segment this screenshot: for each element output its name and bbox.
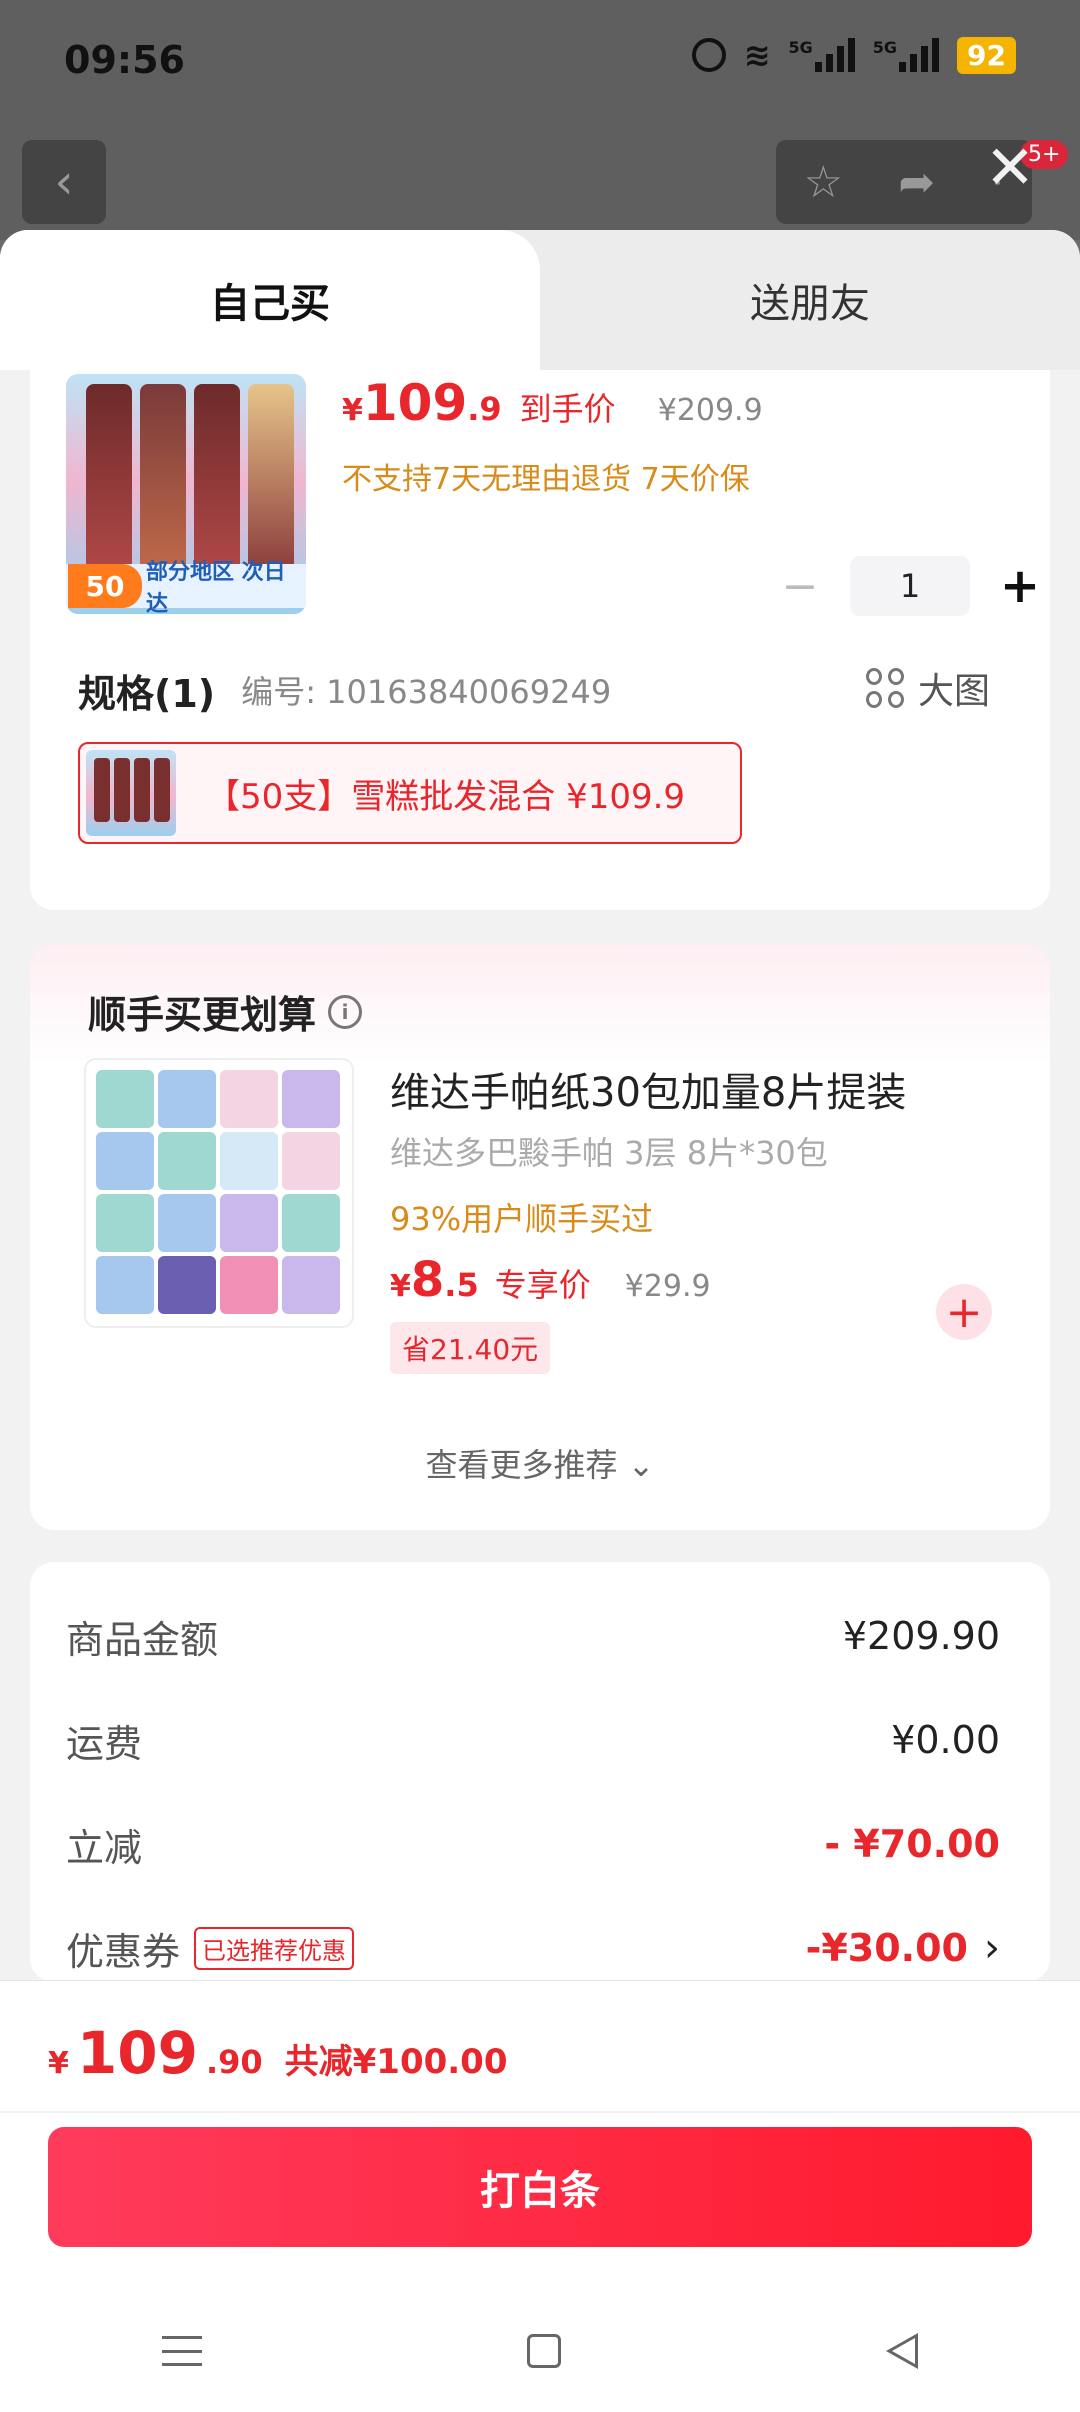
signal-2-icon: 5G [873, 38, 940, 72]
recent-apps-icon[interactable] [162, 2336, 203, 2366]
spec-header: 规格(1) 编号: 10163840069249 大图 [78, 660, 1038, 720]
price-label: 到手价 [519, 390, 616, 428]
alarm-icon [691, 38, 726, 72]
chevron-right-icon: › [984, 1925, 1000, 1971]
back-button[interactable]: ‹ [22, 140, 106, 224]
recommended-item-price: ¥8.5 专享价 ¥29.9 [390, 1252, 711, 1308]
spec-title: 规格(1) [78, 671, 216, 716]
return-policy: 不支持7天无理由退货 7天价保 [342, 462, 750, 497]
home-icon[interactable] [526, 2334, 561, 2368]
share-icon: ➦ [898, 156, 936, 208]
exclusive-price-label: 专享价 [494, 1266, 591, 1304]
increase-button[interactable]: + [990, 556, 1050, 616]
status-time: 09:56 [64, 38, 185, 82]
tab-buy-for-self[interactable]: 自己买 [0, 230, 540, 370]
tab-bar: 自己买 送朋友 [0, 230, 1080, 370]
spec-option-label: 【50支】雪糕批发混合 ¥109.9 [206, 776, 686, 817]
total-savings: 共减¥100.00 [284, 2042, 508, 2082]
back-triangle-icon[interactable] [885, 2333, 918, 2369]
system-navigation-bar [0, 2290, 1080, 2412]
decrease-button[interactable]: − [770, 556, 830, 616]
spec-option-thumbnail [86, 750, 176, 836]
recommendation-card: 顺手买更划算 i 维达手帕纸30包加量8片提装 维达多巴黢手帕 3层 8片*30… [30, 944, 1050, 1530]
product-card: 部分地区 次日达 50 ¥109.9 到手价 ¥209.9 不支持7天无理由退货… [30, 370, 1050, 910]
recommendation-title: 顺手买更划算 i [88, 984, 363, 1039]
recommended-item-popularity: 93%用户顺手买过 [390, 1200, 654, 1238]
status-icons: ≋ 5G 5G 92 [691, 36, 1016, 74]
star-icon: ☆ [803, 156, 844, 208]
quantity-value[interactable]: 1 [850, 556, 970, 616]
spec-option-selected[interactable]: 【50支】雪糕批发混合 ¥109.9 [78, 742, 742, 844]
price-decimal: .9 [467, 390, 502, 428]
recommended-item-subtitle: 维达多巴黢手帕 3层 8片*30包 [390, 1134, 828, 1172]
product-image-badge: 50 [68, 564, 142, 608]
summary-row-discount: 立减 - ¥70.00 [66, 1822, 1000, 1870]
coupon-tag: 已选推荐优惠 [194, 1926, 355, 1970]
recommended-item-original-price: ¥29.9 [624, 1269, 711, 1304]
signal-1-icon: 5G [789, 38, 855, 72]
add-recommended-item-button[interactable]: + [936, 1284, 992, 1340]
info-icon[interactable]: i [328, 994, 363, 1029]
close-button[interactable]: ✕ [980, 138, 1040, 198]
wifi-icon: ≋ [743, 36, 771, 74]
summary-row-subtotal: 商品金额 ¥209.90 [66, 1614, 1000, 1662]
big-picture-label: 大图 [917, 671, 990, 712]
savings-badge: 省21.40元 [390, 1322, 551, 1374]
product-code: 编号: 10163840069249 [241, 673, 612, 711]
purchase-sheet: 自己买 送朋友 部分地区 次日达 50 ¥109.9 到手价 ¥209.9 不支… [0, 230, 1080, 2412]
order-summary-card: 商品金额 ¥209.90 运费 ¥0.00 立减 - ¥70.00 优惠券 已选… [30, 1562, 1050, 1982]
battery-indicator: 92 [957, 36, 1016, 74]
close-icon: ✕ [984, 133, 1036, 203]
big-picture-button[interactable]: 大图 [865, 662, 990, 714]
pay-with-baitiao-button[interactable]: 打白条 [48, 2127, 1032, 2247]
original-price: ¥209.9 [657, 393, 763, 428]
summary-row-shipping: 运费 ¥0.00 [66, 1718, 1000, 1766]
recommended-item-image[interactable] [84, 1058, 354, 1328]
quantity-stepper: − 1 + [770, 556, 1050, 616]
total-price: ¥109.90 共减¥100.00 [48, 2019, 508, 2087]
price-currency: ¥ [342, 393, 363, 428]
more-recommendations-link[interactable]: 查看更多推荐 ⌄ [30, 1440, 1050, 1486]
chevron-left-icon: ‹ [54, 154, 74, 210]
product-price: ¥109.9 到手价 ¥209.9 [342, 374, 763, 432]
price-integer: 109 [362, 374, 468, 432]
recommended-item-name[interactable]: 维达手帕纸30包加量8片提装 [390, 1060, 906, 1118]
status-bar: 09:56 ≋ 5G 5G 92 [0, 0, 1080, 120]
tab-gift-to-friend[interactable]: 送朋友 [540, 230, 1080, 370]
divider [0, 2111, 1080, 2113]
grid-icon [865, 668, 906, 708]
product-image[interactable]: 部分地区 次日达 50 [66, 374, 306, 614]
summary-row-coupon[interactable]: 优惠券 已选推荐优惠 -¥30.00 › [66, 1918, 1000, 1978]
